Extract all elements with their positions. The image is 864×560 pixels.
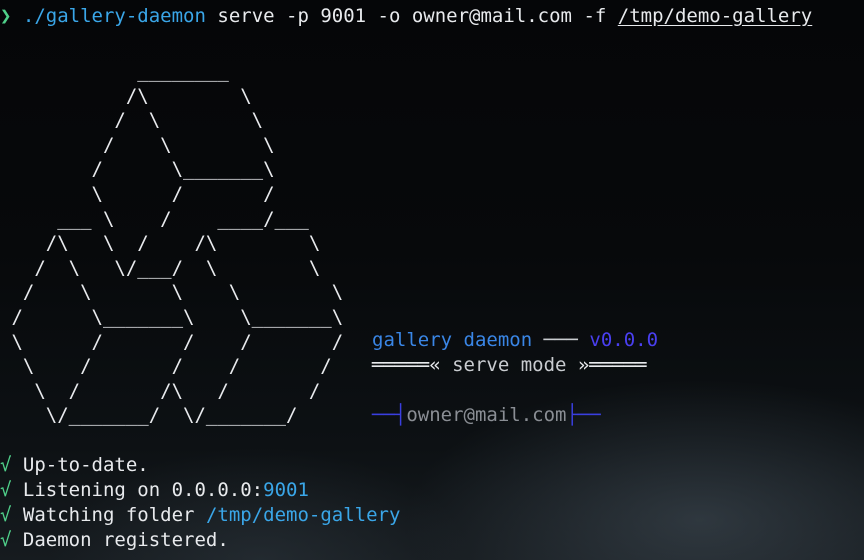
banner-title-line: gallery daemon ─── v0.0.0 [372,328,658,353]
prompt-arrow: ❯ [0,5,12,27]
owner-rule-left: ──┤ [372,404,407,426]
check-icon: √ [0,529,12,551]
banner-owner-line: ──┤owner@mail.com├── [372,403,601,428]
mode-label: serve mode [452,354,567,376]
mode-rule-left: ═════« [372,354,441,376]
terminal-window[interactable]: ❯ ./gallery-daemon serve -p 9001 -o owne… [0,0,864,560]
status-folder: /tmp/demo-gallery [205,504,401,526]
mode-rule-right: »═════ [577,354,647,376]
command-folder-path: /tmp/demo-gallery [617,5,813,27]
app-name: gallery daemon [372,329,533,351]
command-arguments: serve -p 9001 -o owner@mail.com -f [217,5,607,27]
status-line-watching: √ Watching folder /tmp/demo-gallery [0,503,400,528]
owner-rule-right: ├── [566,404,601,426]
banner-mode-line: ═════« serve mode »═════ [372,353,647,378]
status-line-listening: √ Listening on 0.0.0.0:9001 [0,478,309,503]
status-watching-prefix: Watching folder [22,504,206,526]
check-icon: √ [0,504,12,526]
check-icon: √ [0,479,12,501]
status-uptodate: Up-to-date. [22,454,149,476]
status-listening-prefix: Listening on 0.0.0.0: [22,479,264,501]
command-line: ❯ ./gallery-daemon serve -p 9001 -o owne… [0,4,812,29]
check-icon: √ [0,454,12,476]
app-version: v0.0.0 [589,329,659,351]
status-line-uptodate: √ Up-to-date. [0,453,149,478]
owner-email: owner@mail.com [406,404,567,426]
banner-dash: ─── [543,329,578,351]
command-executable: ./gallery-daemon [22,5,206,27]
status-port: 9001 [263,479,309,501]
status-registered: Daemon registered. [22,529,229,551]
ascii-logo: ________ /\ \ / \ \ / \ \ / \_______\ \ … [11,60,344,427]
status-line-registered: √ Daemon registered. [0,528,229,553]
